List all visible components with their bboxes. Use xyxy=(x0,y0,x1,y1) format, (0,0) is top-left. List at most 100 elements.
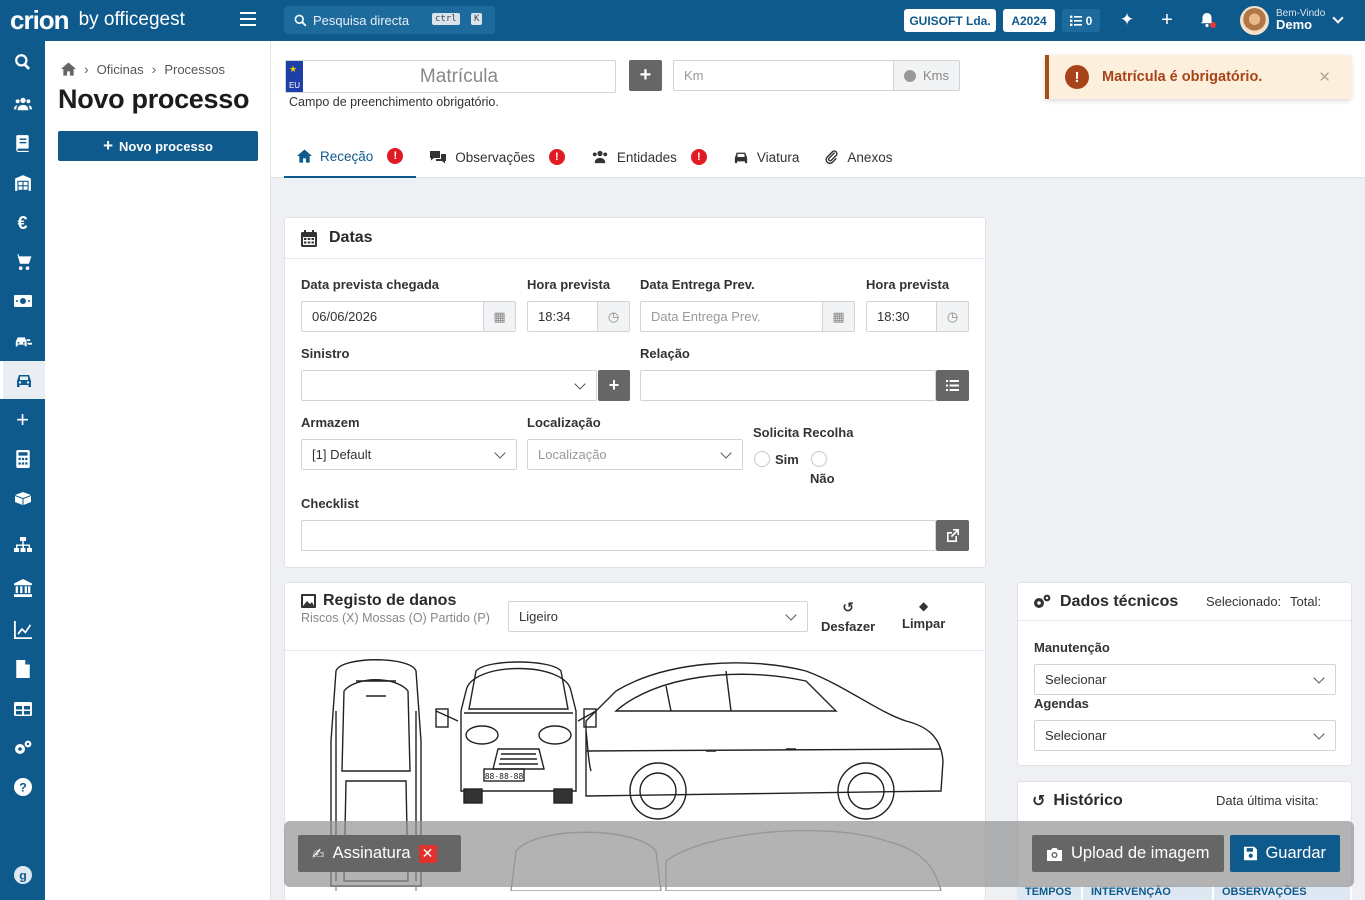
recolha-no-radio[interactable] xyxy=(811,451,827,467)
menu-toggle-icon[interactable] xyxy=(240,12,256,26)
tab-label: Entidades xyxy=(616,149,677,165)
car-wash-icon[interactable] xyxy=(0,322,45,360)
tasks-button[interactable]: 0 xyxy=(1062,9,1100,32)
error-toast: ! Matrícula é obrigatório. ✕ xyxy=(1045,55,1351,99)
recolha-no-label: Não xyxy=(810,471,835,486)
sparkles-icon[interactable]: ✦ xyxy=(1117,10,1137,30)
action-bar: ✍ Assinatura ✕ Upload de imagem Guardar xyxy=(284,821,1354,887)
add-plate-button[interactable]: + xyxy=(629,60,662,91)
users-icon[interactable] xyxy=(0,85,45,123)
save-button[interactable]: Guardar xyxy=(1230,835,1340,872)
vehicle-type-select[interactable]: Ligeiro xyxy=(508,601,808,632)
localizacao-label: Localização xyxy=(527,415,601,430)
delivery-time-input[interactable]: 18:30 ◷ xyxy=(866,301,969,332)
arrival-time-input[interactable]: 18:34 ◷ xyxy=(527,301,630,332)
file-icon[interactable] xyxy=(0,650,45,688)
search-icon[interactable] xyxy=(0,43,45,81)
add-sinistro-button[interactable]: + xyxy=(598,370,630,401)
bank-icon[interactable] xyxy=(0,569,45,607)
delivery-date-input[interactable]: Data Entrega Prev. ▦ xyxy=(640,301,855,332)
home-icon[interactable] xyxy=(61,62,76,76)
app-logo[interactable]: crion by officegest xyxy=(10,4,185,36)
cogs-icon[interactable] xyxy=(0,729,45,767)
user-menu[interactable]: Bem-Vindo Demo xyxy=(1276,8,1325,31)
new-process-button[interactable]: + Novo processo xyxy=(58,131,258,161)
agendas-select[interactable]: Selecionar xyxy=(1034,720,1336,751)
plus-icon[interactable]: + xyxy=(0,401,45,439)
manutencao-select[interactable]: Selecionar xyxy=(1034,664,1336,695)
column-header-intervencao[interactable]: INTERVENÇÃO xyxy=(1083,886,1214,900)
plate-placeholder: Matrícula xyxy=(419,65,499,87)
relacao-label: Relação xyxy=(640,346,690,361)
search-placeholder: Pesquisa directa xyxy=(313,12,410,28)
company-badge[interactable]: GUISOFT Lda. xyxy=(904,9,996,32)
signature-label: Assinatura xyxy=(332,844,411,862)
chart-icon[interactable] xyxy=(0,611,45,649)
checklist-input[interactable] xyxy=(301,520,936,551)
plate-input[interactable]: EU Matrícula xyxy=(285,60,616,93)
tab-label: Anexos xyxy=(847,149,893,165)
relacao-input[interactable] xyxy=(640,370,936,401)
sinistro-select[interactable] xyxy=(301,370,597,401)
undo-button[interactable]: ↺ Desfazer xyxy=(821,599,875,634)
boxes-icon[interactable] xyxy=(0,479,45,517)
signature-button[interactable]: ✍ Assinatura ✕ xyxy=(298,835,461,872)
eraser-icon: ◆ xyxy=(919,599,929,613)
camera-icon xyxy=(1047,847,1062,861)
global-search[interactable]: Pesquisa directa ctrl K xyxy=(284,6,495,34)
sitemap-icon[interactable] xyxy=(0,526,45,564)
tab-label: Receção xyxy=(320,148,374,164)
top-bar: crion by officegest Pesquisa directa ctr… xyxy=(0,0,1365,41)
recolha-yes-radio[interactable] xyxy=(754,451,770,467)
calendar-icon[interactable]: ▦ xyxy=(483,302,515,331)
datas-card: Datas Data prevista chegada 06/06/2026 ▦… xyxy=(284,217,986,568)
arrival-date-input[interactable]: 06/06/2026 ▦ xyxy=(301,301,516,332)
tab-anexos[interactable]: Anexos xyxy=(812,136,905,178)
brand-suffix: by officegest xyxy=(78,9,185,30)
book-icon[interactable] xyxy=(0,124,45,162)
chevron-right-icon: › xyxy=(151,61,157,77)
tab-observacoes[interactable]: Observações ! xyxy=(416,136,578,178)
calendar-icon[interactable]: ▦ xyxy=(822,302,854,331)
bell-icon[interactable] xyxy=(1197,10,1217,30)
warehouse-icon[interactable] xyxy=(0,164,45,202)
agendas-label: Agendas xyxy=(1034,696,1089,711)
help-icon[interactable]: ? xyxy=(0,768,45,806)
chevron-down-icon[interactable] xyxy=(1332,12,1344,24)
close-icon: ✕ xyxy=(418,844,437,863)
euro-icon[interactable]: € xyxy=(0,204,45,242)
breadcrumb-oficinas[interactable]: Oficinas xyxy=(97,62,144,77)
open-checklist-button[interactable] xyxy=(936,520,969,551)
eu-flag-icon: EU xyxy=(286,61,303,92)
upload-label: Upload de imagem xyxy=(1071,844,1210,862)
table-icon[interactable] xyxy=(0,690,45,728)
tab-viatura[interactable]: Viatura xyxy=(720,136,813,178)
car-icon[interactable] xyxy=(0,361,45,399)
close-icon[interactable]: ✕ xyxy=(1318,68,1331,86)
upload-image-button[interactable]: Upload de imagem xyxy=(1032,835,1224,872)
left-panel: › Oficinas › Processos Novo processo + N… xyxy=(45,41,271,900)
list-check-icon xyxy=(1069,15,1082,26)
km-unit: Kms xyxy=(893,61,959,90)
cart-icon[interactable] xyxy=(0,243,45,281)
armazem-select[interactable]: [1] Default xyxy=(301,439,517,470)
paperclip-icon xyxy=(825,150,838,164)
year-badge[interactable]: A2024 xyxy=(1003,9,1055,32)
money-icon[interactable] xyxy=(0,282,45,320)
clock-icon[interactable]: ◷ xyxy=(597,302,629,331)
g-logo-icon[interactable]: g xyxy=(0,856,45,894)
tab-rececao[interactable]: Receção ! xyxy=(284,136,417,178)
km-input[interactable]: Km Kms xyxy=(673,60,960,91)
clock-icon[interactable]: ◷ xyxy=(936,302,968,331)
column-header-observacoes[interactable]: OBSERVAÇÕES xyxy=(1214,886,1352,900)
column-header-tempos[interactable]: TEMPOS xyxy=(1017,886,1083,900)
tab-entidades[interactable]: Entidades ! xyxy=(578,136,720,178)
add-icon[interactable]: + xyxy=(1157,9,1177,31)
user-avatar[interactable] xyxy=(1240,6,1269,35)
list-button[interactable] xyxy=(936,370,969,401)
clear-button[interactable]: ◆ Limpar xyxy=(902,599,945,631)
recolha-yes-label: Sim xyxy=(775,452,799,467)
calculator-icon[interactable] xyxy=(0,440,45,478)
localizacao-select[interactable]: Localização xyxy=(527,439,743,470)
breadcrumb-processos[interactable]: Processos xyxy=(164,62,225,77)
